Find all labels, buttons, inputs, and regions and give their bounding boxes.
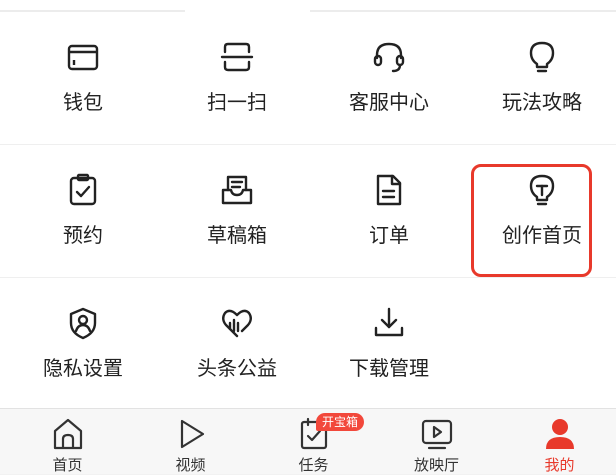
theater-icon <box>417 415 457 452</box>
menu-item-label: 扫一扫 <box>207 90 267 114</box>
menu-item-charity[interactable]: 头条公益 <box>160 278 314 410</box>
clipboard-check-icon <box>66 173 100 207</box>
order-document-icon <box>372 173 406 207</box>
highlight-box <box>471 164 592 277</box>
wallet-icon <box>66 40 100 74</box>
tab-theater[interactable]: 放映厅 <box>375 409 498 475</box>
menu-item-orders[interactable]: 订单 <box>312 145 466 277</box>
menu-item-label: 隐私设置 <box>43 356 123 380</box>
scan-icon <box>220 40 254 74</box>
top-strip <box>0 0 616 12</box>
tab-label: 任务 <box>298 456 329 474</box>
tab-video[interactable]: 视频 <box>129 409 252 475</box>
menu-item-drafts[interactable]: 草稿箱 <box>160 145 314 277</box>
headset-icon <box>372 40 406 74</box>
download-icon <box>372 306 406 340</box>
menu-item-label: 头条公益 <box>197 356 277 380</box>
menu-item-label: 钱包 <box>63 90 103 114</box>
menu-item-reservation[interactable]: 预约 <box>6 145 160 277</box>
tab-label: 放映厅 <box>413 456 459 474</box>
menu-item-customer-service[interactable]: 客服中心 <box>312 12 466 144</box>
menu-item-download-manager[interactable]: 下载管理 <box>312 278 466 410</box>
charity-heart-icon <box>220 306 254 340</box>
treasure-badge[interactable]: 开宝箱 <box>316 413 365 431</box>
menu-item-label: 草稿箱 <box>207 223 267 247</box>
drafts-inbox-icon <box>220 173 254 207</box>
play-icon <box>171 415 211 452</box>
menu-item-label: 客服中心 <box>349 90 429 114</box>
menu-item-label: 订单 <box>369 223 409 247</box>
profile-icon <box>540 415 580 452</box>
tab-home[interactable]: 首页 <box>6 409 129 475</box>
menu-item-scan[interactable]: 扫一扫 <box>160 12 314 144</box>
bottom-tab-bar: 首页 视频 任务 放映厅 我的 <box>0 408 616 474</box>
lightbulb-icon <box>525 40 559 74</box>
menu-item-label: 预约 <box>63 223 103 247</box>
menu-item-privacy-settings[interactable]: 隐私设置 <box>6 278 160 410</box>
tab-label: 首页 <box>52 456 83 474</box>
menu-item-label: 玩法攻略 <box>502 90 582 114</box>
home-icon <box>48 415 88 452</box>
menu-item-label: 下载管理 <box>349 356 429 380</box>
privacy-shield-icon <box>66 306 100 340</box>
menu-item-wallet[interactable]: 钱包 <box>6 12 160 144</box>
tab-profile[interactable]: 我的 <box>498 409 616 475</box>
menu-item-strategy[interactable]: 玩法攻略 <box>465 12 616 144</box>
tab-label: 视频 <box>175 456 206 474</box>
tab-label: 我的 <box>544 456 575 474</box>
